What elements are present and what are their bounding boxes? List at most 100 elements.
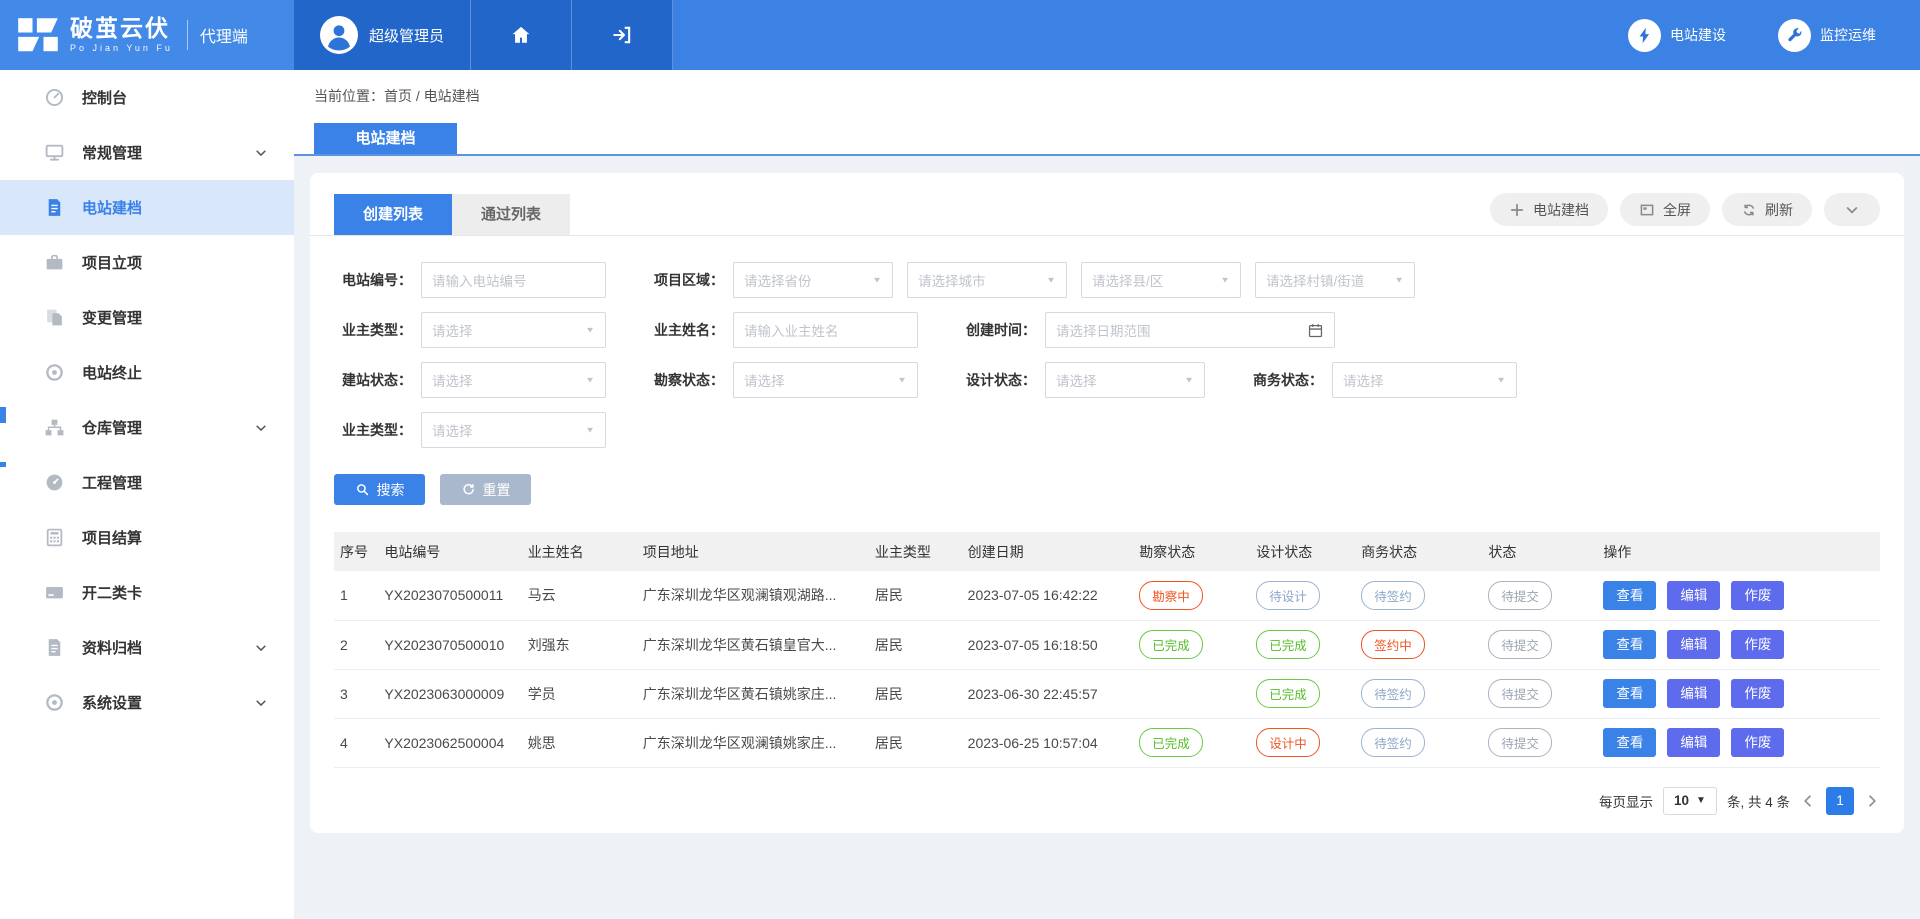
- sidebar-item[interactable]: 资料归档: [0, 620, 294, 675]
- column-header: 业主类型: [869, 532, 962, 571]
- sidebar-item[interactable]: 开二类卡: [0, 565, 294, 620]
- chevron-down-icon: ▼: [1046, 276, 1056, 285]
- filter-label: 业主姓名：: [646, 320, 724, 340]
- chevron-down-icon: ▼: [585, 326, 595, 335]
- logout-button[interactable]: [572, 0, 673, 70]
- filter-select[interactable]: 请选择省份▼: [733, 262, 893, 298]
- filter-input[interactable]: 请输入业主姓名: [733, 312, 918, 348]
- filter-select[interactable]: 请选择▼: [421, 312, 606, 348]
- row-action-button[interactable]: 作废: [1731, 728, 1784, 757]
- page-tab[interactable]: 电站建档: [314, 123, 457, 154]
- column-header: 勘察状态: [1133, 532, 1250, 571]
- project-address: 广东深圳龙华区黄石镇皇官大...: [637, 620, 869, 669]
- row-action-button[interactable]: 作废: [1731, 630, 1784, 659]
- target-icon: [44, 362, 65, 383]
- row-action-button[interactable]: 编辑: [1667, 728, 1720, 757]
- sidebar-item[interactable]: 电站终止: [0, 345, 294, 400]
- calculator-icon: [44, 527, 65, 548]
- chevron-down-icon: ▼: [1496, 376, 1506, 385]
- table-row: 4YX2023062500004姚思广东深圳龙华区观澜镇姚家庄...居民2023…: [334, 718, 1880, 767]
- list-tab[interactable]: 通过列表: [452, 194, 570, 235]
- chevron-right-icon: [1864, 793, 1880, 809]
- row-action-button[interactable]: 查看: [1603, 728, 1656, 757]
- status-badge: 待签约: [1361, 581, 1425, 610]
- sidebar-item[interactable]: 仓库管理: [0, 400, 294, 455]
- breadcrumb-path[interactable]: 首页 / 电站建档: [384, 88, 480, 104]
- status-badge: 签约中: [1361, 630, 1425, 659]
- column-header: 项目地址: [637, 532, 869, 571]
- toolbar-button[interactable]: 电站建档: [1490, 193, 1608, 226]
- sidebar-scroll-indicator[interactable]: [0, 462, 6, 467]
- toolbar-button[interactable]: 刷新: [1722, 193, 1812, 226]
- row-action-button[interactable]: 编辑: [1667, 679, 1720, 708]
- sidebar-item[interactable]: 系统设置: [0, 675, 294, 730]
- header-nav-plant-build[interactable]: 电站建设: [1628, 19, 1726, 52]
- sidebar-item[interactable]: 变更管理: [0, 290, 294, 345]
- reset-button[interactable]: 重置: [440, 474, 531, 505]
- sidebar-item[interactable]: 项目结算: [0, 510, 294, 565]
- sidebar-item[interactable]: 常规管理: [0, 125, 294, 180]
- chevron-down-icon: [254, 696, 268, 710]
- home-button[interactable]: [471, 0, 572, 70]
- filter-input[interactable]: 请输入电站编号: [421, 262, 606, 298]
- row-action-button[interactable]: 编辑: [1667, 630, 1720, 659]
- filter-select[interactable]: 请选择▼: [733, 362, 918, 398]
- filter-select[interactable]: 请选择▼: [1332, 362, 1517, 398]
- user-name: 超级管理员: [369, 25, 444, 46]
- filter-select[interactable]: 请选择▼: [1045, 362, 1205, 398]
- sidebar-scroll-indicator[interactable]: [0, 407, 6, 423]
- monitor-icon: [44, 142, 65, 163]
- refresh-icon: [1741, 202, 1757, 218]
- table-row: 1YX2023070500011马云广东深圳龙华区观澜镇观湖路...居民2023…: [334, 571, 1880, 620]
- filter-select[interactable]: 请选择▼: [421, 362, 606, 398]
- filter-select[interactable]: 请选择村镇/街道▼: [1255, 262, 1415, 298]
- row-action-button[interactable]: 查看: [1603, 630, 1656, 659]
- search-button[interactable]: 搜索: [334, 474, 425, 505]
- toolbar-button[interactable]: 全屏: [1620, 193, 1710, 226]
- status-badge: 已完成: [1256, 630, 1320, 659]
- column-header: 商务状态: [1355, 532, 1482, 571]
- row-action-button[interactable]: 编辑: [1667, 581, 1720, 610]
- row-action-button[interactable]: 查看: [1603, 581, 1656, 610]
- brand-title: 破茧云伏: [70, 17, 173, 40]
- prev-page-button[interactable]: [1800, 793, 1816, 809]
- per-page-select[interactable]: 10 ▼: [1663, 787, 1717, 815]
- project-address: 广东深圳龙华区黄石镇姚家庄...: [637, 669, 869, 718]
- filter-select[interactable]: 请选择县/区▼: [1081, 262, 1241, 298]
- filter-select[interactable]: 请选择城市▼: [907, 262, 1067, 298]
- status-badge: 待提交: [1488, 728, 1552, 757]
- column-header: 创建日期: [962, 532, 1134, 571]
- list-tab[interactable]: 创建列表: [334, 194, 452, 235]
- status-badge: 待设计: [1256, 581, 1320, 610]
- home-icon: [510, 24, 532, 46]
- status-badge: 勘察中: [1139, 581, 1203, 610]
- sidebar: 控制台常规管理电站建档项目立项变更管理电站终止仓库管理工程管理项目结算开二类卡资…: [0, 70, 294, 919]
- status-badge: 待提交: [1488, 679, 1552, 708]
- filter-select[interactable]: 请选择▼: [421, 412, 606, 448]
- date-range-input[interactable]: 请选择日期范围: [1045, 312, 1335, 348]
- sidebar-item[interactable]: 电站建档: [0, 180, 294, 235]
- created-date: 2023-06-30 22:45:57: [962, 669, 1134, 718]
- station-code: YX2023070500011: [378, 571, 521, 620]
- page-number[interactable]: 1: [1826, 787, 1854, 815]
- owner-name: 马云: [522, 571, 637, 620]
- table-row: 2YX2023070500010刘强东广东深圳龙华区黄石镇皇官大...居民202…: [334, 620, 1880, 669]
- copy-icon: [44, 307, 65, 328]
- user-menu[interactable]: 超级管理员: [294, 0, 471, 70]
- next-page-button[interactable]: [1864, 793, 1880, 809]
- filter-label: 业主类型：: [334, 420, 412, 440]
- collapse-button[interactable]: [1824, 193, 1880, 226]
- sidebar-item[interactable]: 工程管理: [0, 455, 294, 510]
- row-action-button[interactable]: 作废: [1731, 679, 1784, 708]
- sidebar-item[interactable]: 项目立项: [0, 235, 294, 290]
- status-badge: 待签约: [1361, 679, 1425, 708]
- main-content: 当前位置：首页 / 电站建档 电站建档 创建列表通过列表 电站建档全屏刷新 电站…: [294, 70, 1920, 919]
- row-action-button[interactable]: 查看: [1603, 679, 1656, 708]
- row-action-button[interactable]: 作废: [1731, 581, 1784, 610]
- sidebar-item[interactable]: 控制台: [0, 70, 294, 125]
- plus-icon: [1509, 202, 1525, 218]
- calendar-icon: [1307, 322, 1324, 339]
- chevron-down-icon: ▼: [1394, 276, 1404, 285]
- header-nav-monitor-ops[interactable]: 监控运维: [1778, 19, 1876, 52]
- dashboard-icon: [44, 87, 65, 108]
